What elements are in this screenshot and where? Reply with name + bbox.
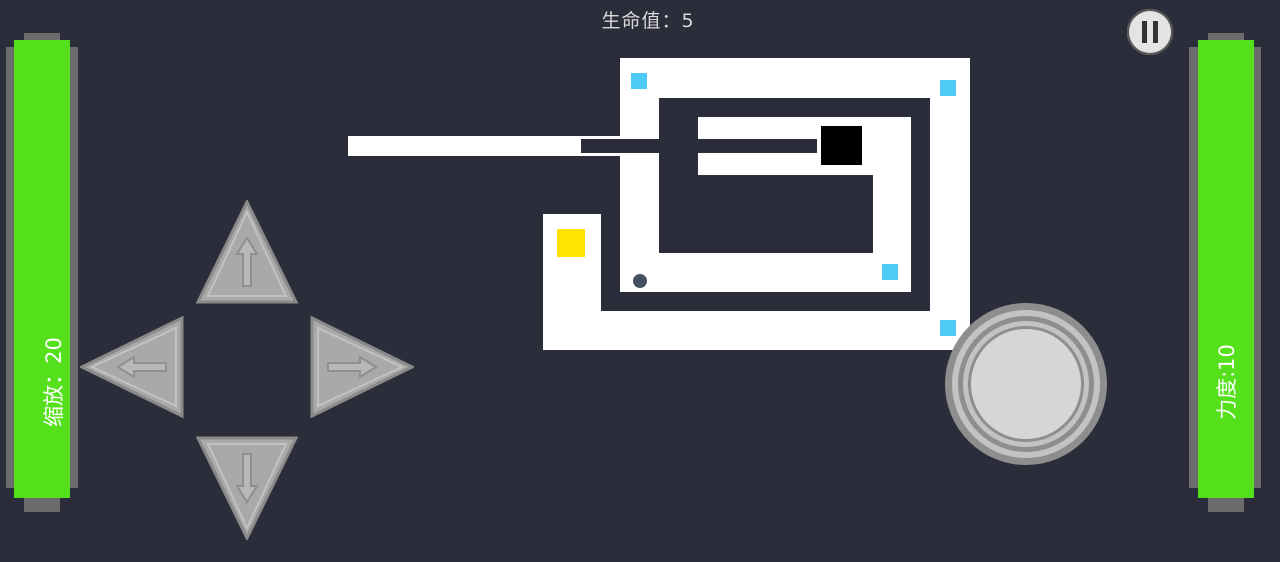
game-board xyxy=(348,58,970,350)
gem xyxy=(940,80,956,96)
player-block xyxy=(821,126,862,165)
gem xyxy=(631,73,647,89)
ball xyxy=(633,274,647,288)
joystick[interactable] xyxy=(943,301,1109,471)
cannon-barrel xyxy=(581,139,817,153)
maze-walls xyxy=(348,58,970,350)
gem xyxy=(882,264,898,280)
joystick-icon xyxy=(945,303,1107,465)
goal-block xyxy=(557,229,585,257)
